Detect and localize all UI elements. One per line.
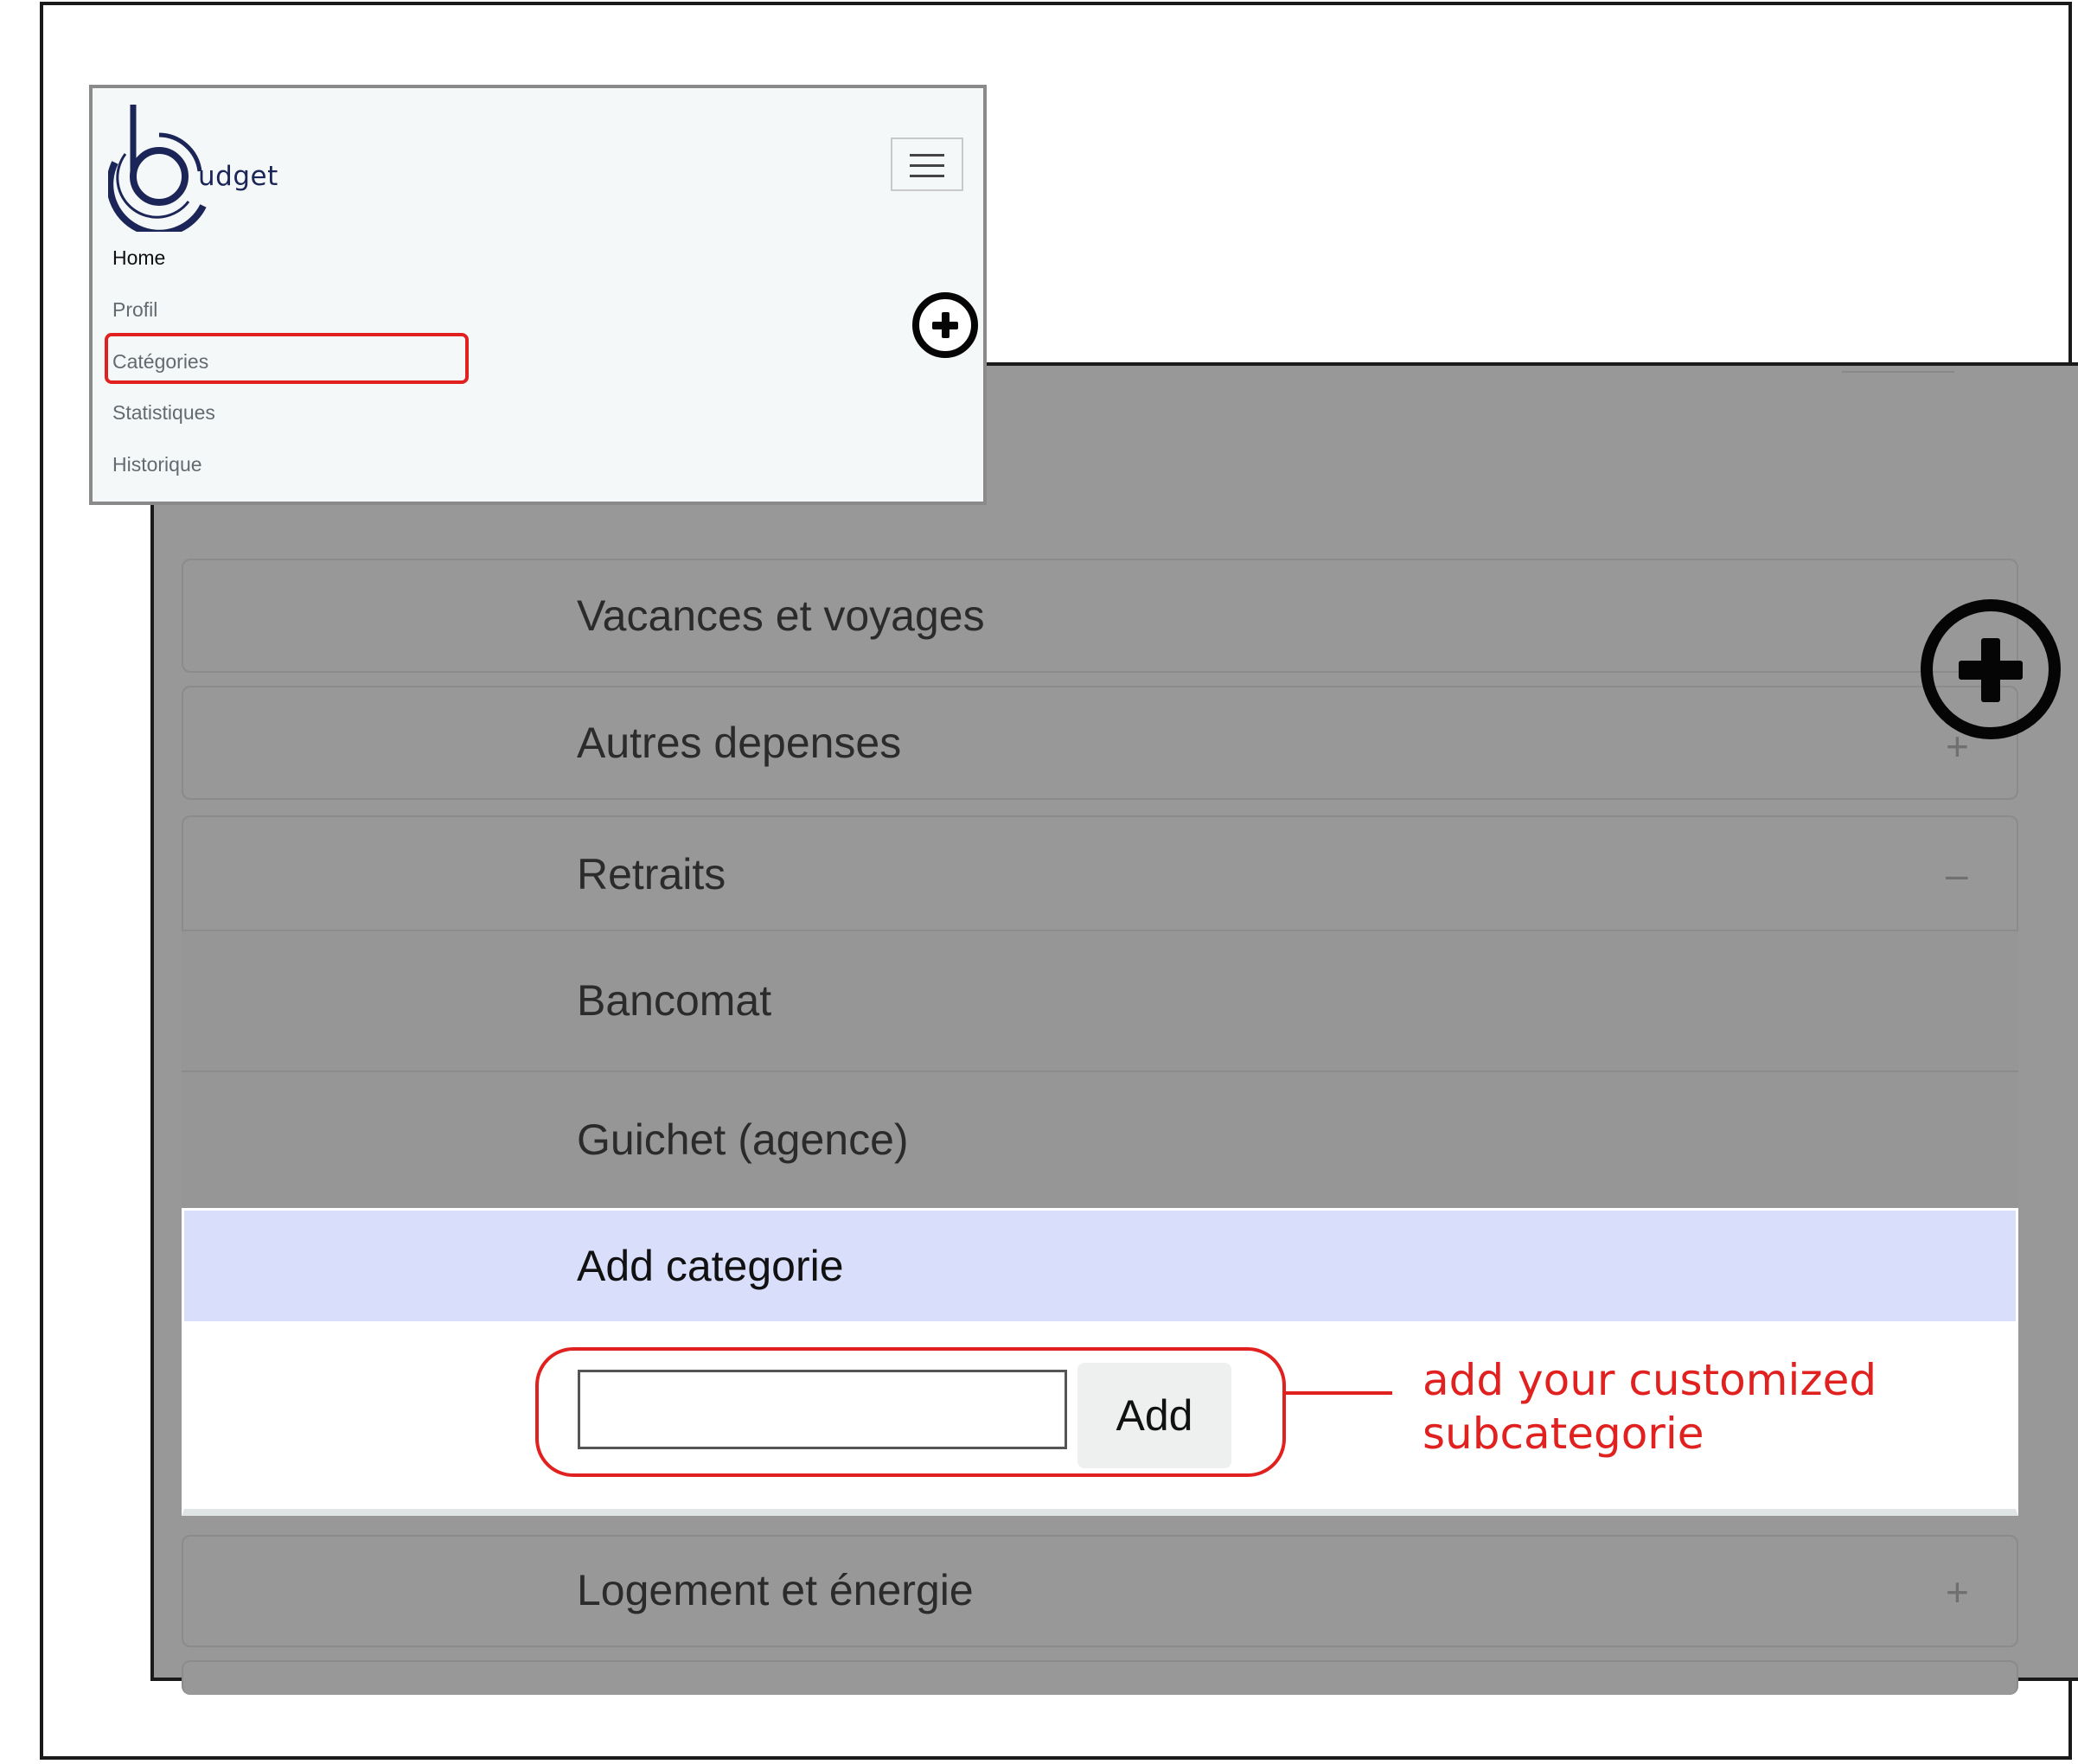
- hamburger-icon[interactable]: [891, 137, 963, 191]
- nav-link-home[interactable]: Home: [112, 246, 165, 270]
- page-edge-tab: [1842, 362, 1954, 373]
- nav-link-profil[interactable]: Profil: [112, 298, 157, 322]
- category-item-logement[interactable]: [182, 1535, 2018, 1647]
- callout-line-1: add your customized: [1423, 1355, 1877, 1405]
- category-item-next[interactable]: [182, 1660, 2018, 1695]
- nav-link-historique[interactable]: Historique: [112, 453, 202, 476]
- subcategory-name-input[interactable]: [578, 1370, 1067, 1449]
- category-label-logement: Logement et énergie: [577, 1566, 974, 1614]
- category-label-vacances: Vacances et voyages: [577, 591, 985, 640]
- add-categorie-header: [182, 1208, 2018, 1321]
- category-label-autres: Autres depenses: [577, 719, 902, 767]
- callout-connector-line: [1285, 1391, 1392, 1395]
- category-item-vacances[interactable]: [182, 559, 2018, 673]
- subcategory-item-guichet[interactable]: [182, 1071, 2018, 1209]
- subcategory-label-guichet: Guichet (agence): [577, 1115, 909, 1164]
- subcategory-item-bancomat[interactable]: [182, 930, 2018, 1071]
- collapse-minus-icon[interactable]: –: [1946, 854, 1968, 894]
- nav-link-categories[interactable]: Catégories: [112, 350, 208, 374]
- add-subcategory-button[interactable]: Add: [1077, 1363, 1231, 1468]
- category-item-autres[interactable]: [182, 686, 2018, 800]
- add-categorie-title: Add categorie: [577, 1242, 844, 1290]
- plus-circle-icon[interactable]: [1921, 599, 2061, 739]
- expand-plus-icon[interactable]: +: [1946, 1572, 1969, 1612]
- callout-annotation: add your customized subcategorie: [1423, 1353, 1877, 1460]
- subcategory-label-bancomat: Bancomat: [577, 976, 772, 1025]
- logo-wordmark: udget: [198, 161, 278, 192]
- plus-circle-icon: [912, 292, 978, 358]
- callout-line-2: subcategorie: [1423, 1409, 1704, 1459]
- category-label-retraits: Retraits: [577, 850, 726, 898]
- nav-link-statistiques[interactable]: Statistiques: [112, 401, 215, 425]
- category-item-retraits[interactable]: [182, 815, 2018, 931]
